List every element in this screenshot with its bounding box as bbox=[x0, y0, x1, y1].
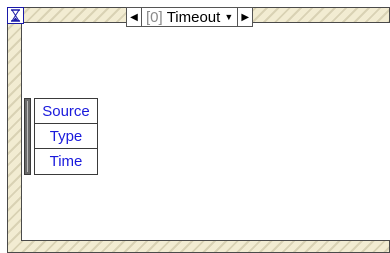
dropdown-triangle-icon[interactable]: ▼ bbox=[224, 12, 233, 22]
left-arrow-icon[interactable]: ◀ bbox=[127, 8, 142, 26]
event-data-node[interactable]: Source Type Time bbox=[34, 98, 98, 175]
case-name: Timeout bbox=[166, 8, 221, 26]
event-data-terminal-source[interactable]: Source bbox=[35, 99, 97, 124]
case-index: [0] bbox=[146, 8, 163, 26]
event-data-terminal-type[interactable]: Type bbox=[35, 124, 97, 149]
event-data-node-resize-handle[interactable] bbox=[24, 98, 31, 175]
case-selector[interactable]: ◀ [0] Timeout ▼ ▶ bbox=[126, 7, 254, 27]
hourglass-icon[interactable] bbox=[7, 7, 24, 24]
case-selector-label[interactable]: [0] Timeout ▼ bbox=[142, 8, 237, 26]
right-arrow-icon[interactable]: ▶ bbox=[237, 8, 252, 26]
event-data-terminal-time[interactable]: Time bbox=[35, 149, 97, 174]
block-diagram-canvas: ◀ [0] Timeout ▼ ▶ Source Type Time bbox=[0, 0, 390, 253]
